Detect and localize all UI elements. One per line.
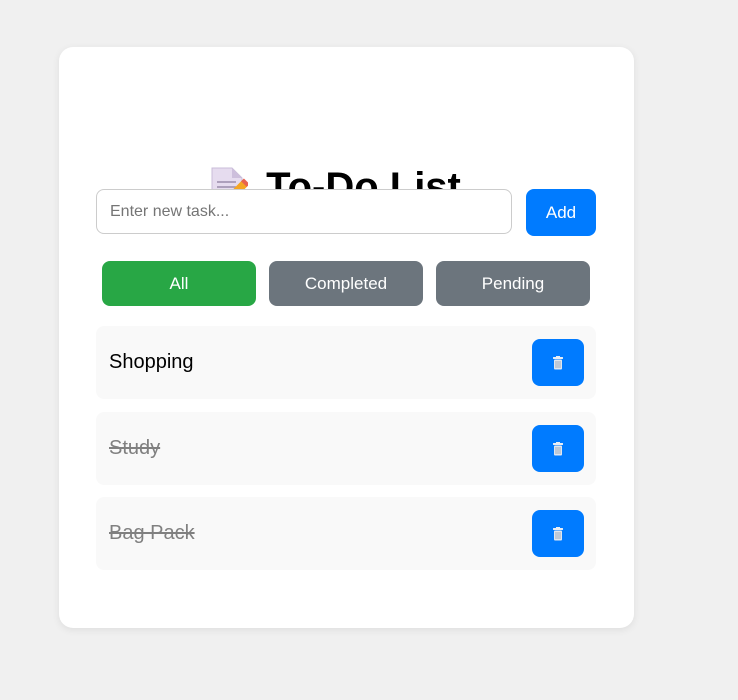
task-text[interactable]: Study bbox=[109, 412, 160, 485]
trash-icon bbox=[553, 526, 563, 540]
todo-card: To-Do List Add All Completed Pending Sho… bbox=[59, 47, 634, 628]
delete-task-button[interactable] bbox=[532, 510, 584, 557]
filter-completed-button[interactable]: Completed bbox=[269, 261, 423, 306]
delete-task-button[interactable] bbox=[532, 339, 584, 386]
add-task-button[interactable]: Add bbox=[526, 189, 596, 236]
task-item: Shopping bbox=[96, 326, 596, 399]
task-item: Bag Pack bbox=[96, 497, 596, 570]
task-text[interactable]: Shopping bbox=[109, 326, 194, 399]
trash-icon bbox=[553, 441, 563, 455]
delete-task-button[interactable] bbox=[532, 425, 584, 472]
filter-pending-button[interactable]: Pending bbox=[436, 261, 590, 306]
trash-icon bbox=[553, 355, 563, 369]
filter-all-button[interactable]: All bbox=[102, 261, 256, 306]
task-item: Study bbox=[96, 412, 596, 485]
new-task-input[interactable] bbox=[96, 189, 512, 234]
task-text[interactable]: Bag Pack bbox=[109, 497, 195, 570]
